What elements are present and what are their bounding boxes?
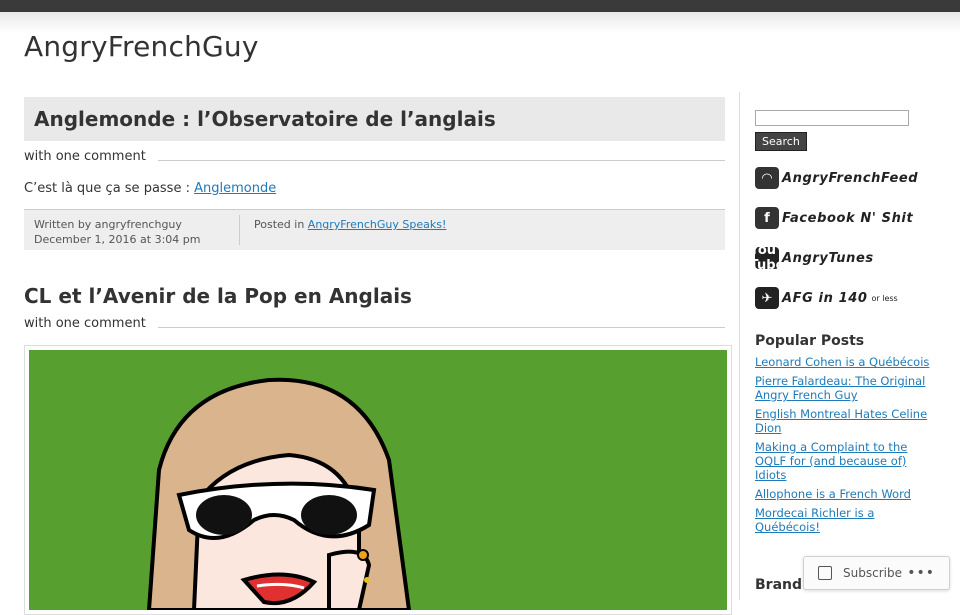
post-title[interactable]: Anglemonde : l’Observatoire de l’anglais: [34, 107, 496, 131]
comments-link[interactable]: with one comment: [24, 316, 146, 331]
popular-posts-list: Leonard Cohen is a Québécois Pierre Fala…: [755, 355, 940, 534]
facebook-icon: f: [755, 207, 779, 229]
subscribe-button[interactable]: Subscribe: [843, 566, 902, 580]
youtube-icon: You Tube: [749, 243, 785, 273]
subscribe-bar: Subscribe •••: [803, 556, 950, 590]
popular-post-link[interactable]: Pierre Falardeau: The Original Angry Fre…: [755, 374, 925, 402]
twitter-badge-suffix: or less: [871, 293, 898, 303]
list-item: English Montreal Hates Celine Dion: [755, 407, 940, 435]
main-content: Anglemonde : l’Observatoire de l’anglais…: [24, 97, 725, 332]
post-image[interactable]: [24, 345, 732, 615]
post-title-box: Anglemonde : l’Observatoire de l’anglais: [24, 97, 725, 141]
illustration-svg: [146, 377, 412, 610]
popular-post-link[interactable]: Leonard Cohen is a Québécois: [755, 355, 929, 369]
post-date: December 1, 2016 at 3:04 pm: [34, 233, 201, 246]
sidebar-divider: [739, 92, 740, 600]
post-body-text: C’est là que ça se passe :: [24, 181, 195, 196]
list-item: Pierre Falardeau: The Original Angry Fre…: [755, 374, 940, 402]
post-author: Written by angryfrenchguy: [34, 218, 182, 231]
divider: [157, 326, 725, 328]
divider: [157, 159, 725, 161]
rss-badge-label: AngryFrenchFeed: [782, 170, 919, 186]
popular-post-link[interactable]: Mordecai Richler is a Québécois!: [755, 506, 874, 534]
post-body: C’est là que ça se passe : Anglemonde: [24, 181, 725, 199]
post-author-date: Written by angryfrenchguy December 1, 20…: [24, 215, 240, 246]
youtube-badge-label: AngryTunes: [782, 250, 874, 266]
site-title[interactable]: AngryFrenchGuy: [24, 30, 259, 63]
rss-feed-badge[interactable]: ◠ AngryFrenchFeed: [755, 165, 940, 191]
twitter-badge-label: AFG in 140: [782, 290, 868, 306]
list-item: Leonard Cohen is a Québécois: [755, 355, 940, 369]
rss-icon: ◠: [755, 167, 779, 189]
search-input[interactable]: [755, 110, 909, 126]
more-options-icon[interactable]: •••: [907, 565, 935, 581]
category-link[interactable]: AngryFrenchGuy Speaks!: [308, 218, 447, 231]
popular-post-link[interactable]: English Montreal Hates Celine Dion: [755, 407, 927, 435]
comments-link[interactable]: with one comment: [24, 149, 146, 164]
post-comments-line: with one comment: [24, 147, 725, 165]
popular-posts-title: Popular Posts: [755, 333, 865, 349]
follow-icon: [818, 566, 832, 580]
facebook-badge[interactable]: f Facebook N' Shit: [755, 205, 940, 231]
list-item: Making a Complaint to the OQLF for (and …: [755, 440, 940, 482]
top-bar: [0, 0, 960, 12]
anglemonde-link[interactable]: Anglemonde: [194, 181, 276, 196]
post-meta: Written by angryfrenchguy December 1, 20…: [24, 209, 725, 250]
posted-in-label: Posted in: [254, 218, 308, 231]
youtube-badge[interactable]: You Tube AngryTunes: [749, 243, 940, 273]
popular-post-link[interactable]: Allophone is a French Word: [755, 487, 911, 501]
post-comments-line: with one comment: [24, 314, 725, 332]
sidebar: Search ◠ AngryFrenchFeed f Facebook N' S…: [749, 110, 940, 539]
pop-art-illustration: [29, 350, 727, 610]
post-category: Posted in AngryFrenchGuy Speaks!: [240, 210, 446, 250]
list-item: Allophone is a French Word: [755, 487, 940, 501]
facebook-badge-label: Facebook N' Shit: [782, 210, 914, 226]
post-title[interactable]: CL et l’Avenir de la Pop en Anglais: [24, 284, 725, 308]
popular-post-link[interactable]: Making a Complaint to the OQLF for (and …: [755, 440, 907, 482]
search-button[interactable]: Search: [755, 132, 807, 151]
list-item: Mordecai Richler is a Québécois!: [755, 506, 940, 534]
twitter-badge[interactable]: ✈ AFG in 140 or less: [755, 285, 940, 311]
twitter-icon: ✈: [755, 287, 779, 309]
